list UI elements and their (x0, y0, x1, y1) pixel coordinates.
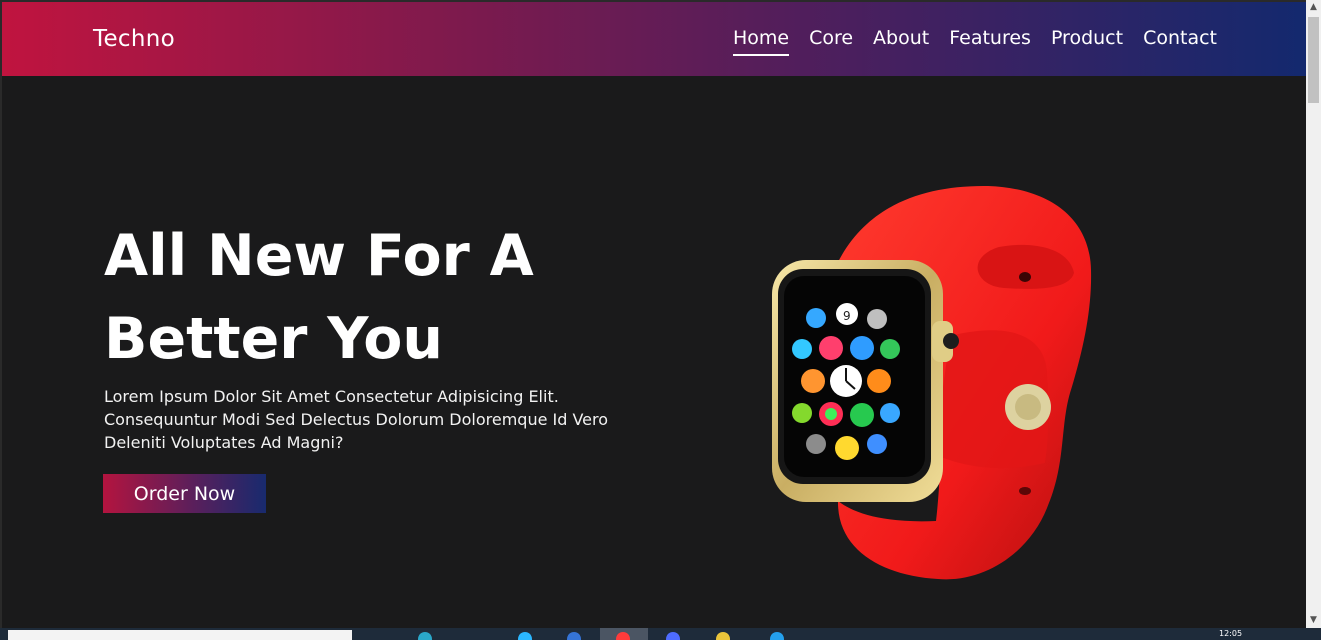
nav-item-contact[interactable]: Contact (1143, 27, 1217, 56)
taskbar-search-area[interactable] (8, 630, 352, 640)
hero-description-line-1: Lorem Ipsum Dolor Sit Amet Consectetur A… (104, 387, 559, 406)
hero-title-line-1: All New For A (104, 223, 534, 289)
svg-text:9: 9 (843, 309, 851, 323)
nav-item-product[interactable]: Product (1051, 27, 1123, 56)
hero-description-line-2: Consequuntur Modi Sed Delectus Dolorum D… (104, 410, 609, 429)
hero-title: All New For A Better You (104, 215, 664, 381)
red-smartwatch-image: 9 (772, 185, 1092, 580)
main-nav: Home Core About Features Product Contact (732, 27, 1217, 56)
nav-item-about[interactable]: About (873, 27, 929, 56)
order-now-button[interactable]: Order Now (103, 474, 266, 513)
taskbar-app-icon[interactable] (616, 632, 630, 640)
scrollbar-thumb[interactable] (1308, 17, 1319, 103)
brand-logo[interactable]: Techno (93, 26, 175, 52)
top-navbar: Techno Home Core About Features Product … (2, 2, 1306, 76)
taskbar-clock[interactable]: 12:05 (1219, 630, 1242, 638)
taskbar-app-icon[interactable] (666, 632, 680, 640)
taskbar-app-icon[interactable] (770, 632, 784, 640)
taskbar-app-icon[interactable] (716, 632, 730, 640)
scroll-down-arrow-icon[interactable]: ▼ (1306, 613, 1321, 628)
scroll-up-arrow-icon[interactable]: ▲ (1306, 0, 1321, 15)
hero-description-line-3: Deleniti Voluptates Ad Magni? (104, 433, 344, 452)
taskbar-app-icon[interactable] (567, 632, 581, 640)
nav-item-home[interactable]: Home (732, 27, 790, 56)
taskbar-app-icon[interactable] (418, 632, 432, 640)
vertical-scrollbar[interactable]: ▲ ▼ (1306, 0, 1321, 628)
nav-item-core[interactable]: Core (809, 27, 853, 56)
hero-description: Lorem Ipsum Dolor Sit Amet Consectetur A… (104, 385, 644, 454)
hero-title-line-2: Better You (104, 306, 443, 372)
browser-viewport: Techno Home Core About Features Product … (0, 0, 1306, 628)
windows-taskbar: 12:05 (0, 628, 1321, 640)
nav-item-features[interactable]: Features (949, 27, 1031, 56)
taskbar-app-icon[interactable] (518, 632, 532, 640)
